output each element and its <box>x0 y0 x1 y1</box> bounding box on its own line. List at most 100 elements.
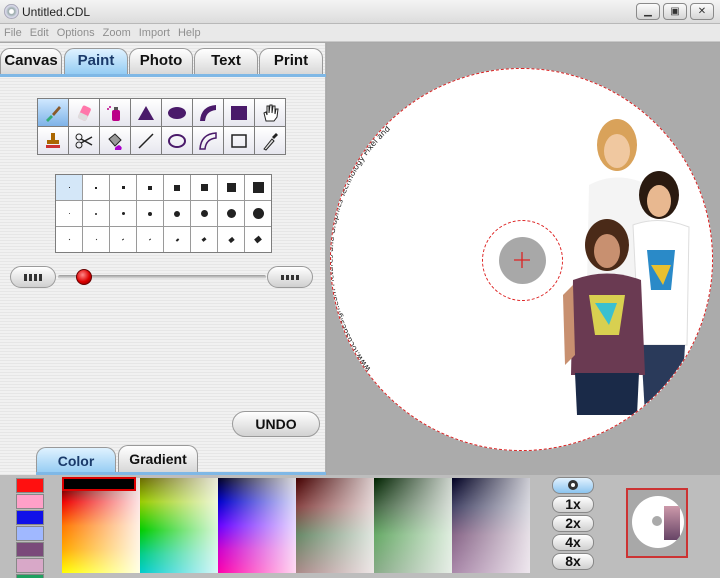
ellipse-outline-icon <box>168 133 186 148</box>
spray-can-tool[interactable] <box>100 99 130 126</box>
menu-help[interactable]: Help <box>174 24 205 41</box>
brush-dot <box>148 185 152 190</box>
tab-photo[interactable]: Photo <box>129 48 193 74</box>
brush-dot <box>226 209 236 218</box>
brush-option[interactable] <box>137 201 163 226</box>
color-swatch[interactable] <box>16 542 44 557</box>
brush-option[interactable] <box>137 175 163 200</box>
eraser-icon <box>77 105 91 121</box>
brush-option[interactable] <box>83 175 109 200</box>
brush-dot <box>200 184 208 191</box>
zoom-8x-button[interactable]: 8x <box>552 553 594 570</box>
camera-view-button[interactable] <box>552 477 594 494</box>
brush-option[interactable] <box>110 227 136 252</box>
design-canvas[interactable]: www.focusdesign.com Pictures and Graphic… <box>327 43 720 475</box>
minimize-button[interactable]: ▁ <box>636 3 660 20</box>
brush-dot <box>95 238 97 241</box>
brush-option[interactable] <box>110 175 136 200</box>
brush-option[interactable] <box>164 201 190 226</box>
brush-option[interactable] <box>137 227 163 252</box>
eyedropper-tool[interactable] <box>255 127 285 154</box>
tab-color[interactable]: Color <box>36 447 116 475</box>
brush-dot <box>121 238 125 241</box>
brush-option[interactable] <box>245 175 271 200</box>
color-swatch[interactable] <box>16 526 44 541</box>
brush-dot <box>226 183 236 192</box>
slider-knob[interactable] <box>76 269 92 285</box>
brush-dot <box>252 208 264 219</box>
eraser-tool[interactable] <box>69 99 99 126</box>
menu-file[interactable]: File <box>0 24 26 41</box>
ellipse-outline-tool[interactable] <box>162 127 192 154</box>
menu-zoom[interactable]: Zoom <box>99 24 135 41</box>
tab-gradient[interactable]: Gradient <box>118 445 198 473</box>
color-swatch[interactable] <box>16 510 44 525</box>
brush-option[interactable] <box>191 175 217 200</box>
paint-bucket-icon <box>108 132 122 150</box>
paintbrush-tool[interactable] <box>38 99 68 126</box>
paint-bucket-tool[interactable] <box>100 127 130 154</box>
filled-rectangle-tool[interactable] <box>224 99 254 126</box>
filled-triangle-tool[interactable] <box>131 99 161 126</box>
rectangle-outline-icon <box>231 133 247 148</box>
brush-option[interactable] <box>164 227 190 252</box>
zoom-2x-button[interactable]: 2x <box>552 515 594 532</box>
maximize-button[interactable]: ▣ <box>663 3 687 20</box>
undo-button[interactable]: UNDO <box>232 411 320 437</box>
brush-option[interactable] <box>83 201 109 226</box>
hand-tool[interactable] <box>255 99 285 126</box>
stamp-tool[interactable] <box>38 127 68 154</box>
photo-image[interactable] <box>559 115 699 415</box>
filled-ellipse-tool[interactable] <box>162 99 192 126</box>
color-swatch[interactable] <box>16 478 44 493</box>
brush-option[interactable] <box>56 175 82 200</box>
brush-option[interactable] <box>218 201 244 226</box>
zoom-1x-button[interactable]: 1x <box>552 496 594 513</box>
line-icon <box>138 132 154 149</box>
scissors-tool[interactable] <box>69 127 99 154</box>
brush-dot <box>254 235 262 244</box>
cd-label[interactable]: www.focusdesign.com Pictures and Graphic… <box>330 68 713 451</box>
zoom-4x-button[interactable]: 4x <box>552 534 594 551</box>
slider-decrease-button[interactable] <box>10 266 56 288</box>
brush-option[interactable] <box>245 227 271 252</box>
brush-option[interactable] <box>245 201 271 226</box>
arc-outline-tool[interactable] <box>193 127 223 154</box>
navigator-thumbnail[interactable] <box>626 488 688 558</box>
menu-options[interactable]: Options <box>53 24 99 41</box>
line-tool[interactable] <box>131 127 161 154</box>
brush-option[interactable] <box>164 175 190 200</box>
menu-edit[interactable]: Edit <box>26 24 53 41</box>
brush-option[interactable] <box>191 227 217 252</box>
brush-dot <box>252 182 264 193</box>
brush-option[interactable] <box>83 227 109 252</box>
rectangle-outline-tool[interactable] <box>224 127 254 154</box>
tab-text[interactable]: Text <box>194 48 258 74</box>
color-swatch[interactable] <box>16 494 44 509</box>
brush-option[interactable] <box>218 227 244 252</box>
brush-option[interactable] <box>110 201 136 226</box>
close-button[interactable]: ✕ <box>690 3 714 20</box>
color-subtabs: Color Gradient <box>36 443 326 475</box>
tab-print[interactable]: Print <box>259 48 323 74</box>
brush-size-slider[interactable] <box>10 266 313 288</box>
paintbrush-icon <box>46 105 61 122</box>
brush-option[interactable] <box>56 201 82 226</box>
color-swatch[interactable] <box>16 574 44 578</box>
color-palette[interactable] <box>62 478 532 573</box>
slider-increase-button[interactable] <box>267 266 313 288</box>
svg-text:www.focusdesign.com Pictures: www.focusdesign.com Pictures and Graphic… <box>331 69 392 373</box>
tab-canvas[interactable]: Canvas <box>0 48 62 74</box>
brush-dot <box>174 184 180 191</box>
brush-option[interactable] <box>218 175 244 200</box>
main-tabs: Canvas Paint Photo Text Print <box>0 48 326 76</box>
brush-dot <box>200 210 208 217</box>
paint-tools-grid <box>37 98 286 155</box>
tab-paint[interactable]: Paint <box>64 48 128 76</box>
brush-dot <box>95 186 97 189</box>
brush-option[interactable] <box>191 201 217 226</box>
brush-option[interactable] <box>56 227 82 252</box>
menu-import[interactable]: Import <box>135 24 174 41</box>
filled-arc-tool[interactable] <box>193 99 223 126</box>
color-swatch[interactable] <box>16 558 44 573</box>
